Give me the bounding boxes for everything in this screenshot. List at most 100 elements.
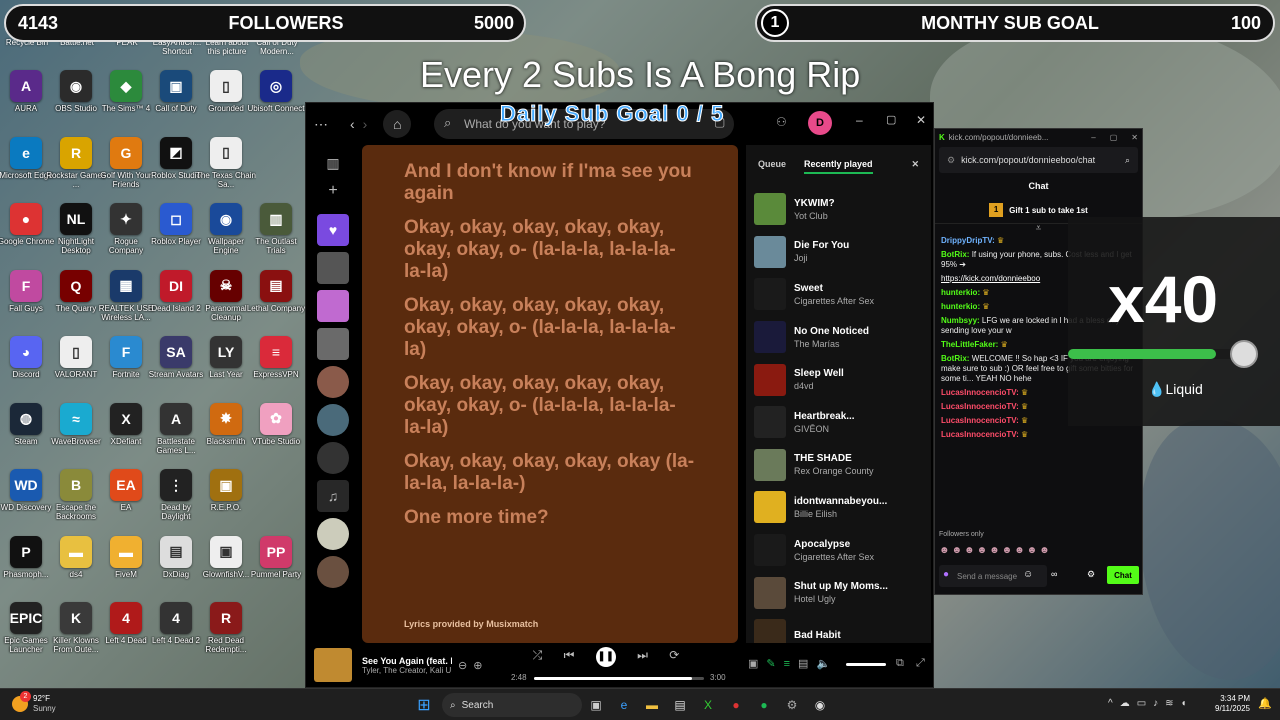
desktop-icon[interactable]: ≡ ExpressVPN bbox=[246, 336, 306, 402]
recent-track[interactable]: Heartbreak... GIVĒON bbox=[746, 401, 931, 444]
pause-button[interactable]: ❚❚ bbox=[595, 647, 616, 667]
desktop-icon[interactable]: PP Pummel Party bbox=[246, 535, 306, 602]
close-queue-icon[interactable]: ✕ bbox=[911, 159, 919, 174]
friends-icon[interactable]: ⚇ bbox=[776, 115, 787, 129]
fullscreen-icon[interactable]: ⤢ bbox=[916, 657, 925, 670]
chat-username[interactable]: Numbsyy: bbox=[941, 316, 980, 325]
remove-icon[interactable]: ⊖ bbox=[458, 659, 467, 672]
close-icon[interactable]: ✕ bbox=[1131, 133, 1138, 142]
lyric-line[interactable]: Okay, okay, okay, okay, okay, okay, okay… bbox=[404, 295, 696, 361]
recent-track[interactable]: idontwannabeyou... Billie Eilish bbox=[746, 486, 931, 529]
url-bar[interactable]: kick.com/popout/donnieeboo/chat bbox=[961, 155, 1095, 165]
desktop-icon[interactable]: ▥ The Outlast Trials bbox=[246, 203, 306, 269]
cloud-icon[interactable]: ☁ bbox=[1120, 698, 1137, 709]
lyric-line[interactable]: Okay, okay, okay, okay, okay (la-la-la, … bbox=[404, 451, 696, 495]
chat-username[interactable]: DrippyDripTV: bbox=[941, 236, 995, 245]
notifications-icon[interactable]: 🔔 bbox=[1258, 697, 1272, 710]
minimize-icon[interactable]: – bbox=[856, 113, 863, 127]
recent-track[interactable]: YKWIM? Yot Club bbox=[746, 188, 931, 231]
clock[interactable]: 3:34 PM 9/11/2025 bbox=[1208, 694, 1250, 714]
chat-message[interactable]: LucasInnocencioTV: ♛ bbox=[935, 428, 1142, 442]
maximize-icon[interactable]: ▢ bbox=[886, 113, 896, 126]
now-playing-cover[interactable] bbox=[314, 648, 352, 682]
gift-sub-banner[interactable]: Gift 1 sub to take 1st bbox=[1009, 206, 1088, 215]
tab-queue[interactable]: Queue bbox=[758, 159, 786, 174]
mini-player-icon[interactable]: ⧉ bbox=[896, 657, 904, 670]
settings-icon[interactable]: ⚙ bbox=[1087, 569, 1095, 580]
add-to-playlist-icon[interactable]: ⊕ bbox=[473, 659, 482, 672]
close-icon[interactable]: ✕ bbox=[916, 113, 926, 127]
recent-track[interactable]: Sweet Cigarettes After Sex bbox=[746, 273, 931, 316]
desktop-icon[interactable]: R Red Dead Redempti... bbox=[196, 602, 256, 668]
library-item[interactable] bbox=[317, 328, 349, 360]
site-info-icon[interactable]: ⚙ bbox=[947, 155, 955, 166]
chat-username[interactable]: LucasInnocencioTV: bbox=[941, 430, 1019, 439]
now-playing-artist[interactable]: Tyler, The Creator, Kali U bbox=[362, 666, 452, 675]
library-item[interactable] bbox=[317, 290, 349, 322]
xbox-icon[interactable]: X bbox=[696, 693, 720, 717]
tab-recently-played[interactable]: Recently played bbox=[804, 159, 873, 174]
back-icon[interactable]: ‹ bbox=[350, 116, 355, 132]
shuffle-icon[interactable]: ⤮ bbox=[533, 648, 543, 662]
library-item[interactable] bbox=[317, 518, 349, 550]
user-avatar[interactable]: D bbox=[808, 111, 832, 135]
music-note-icon[interactable]: ♫ bbox=[317, 480, 349, 512]
recent-track[interactable]: Apocalypse Cigarettes After Sex bbox=[746, 529, 931, 572]
library-item[interactable] bbox=[317, 252, 349, 284]
liked-songs-icon[interactable]: ♥ bbox=[317, 214, 349, 246]
desktop-icon[interactable]: ◎ Ubisoft Connect bbox=[246, 70, 306, 136]
library-item[interactable] bbox=[317, 556, 349, 588]
chat-username[interactable]: hunterkio: bbox=[941, 302, 980, 311]
network-icon[interactable]: ▭ bbox=[1137, 698, 1153, 709]
previous-icon[interactable]: ⏮ bbox=[564, 648, 575, 662]
library-icon[interactable]: ▥ bbox=[314, 155, 352, 172]
lyric-line[interactable]: One more time? bbox=[404, 507, 696, 529]
mic-icon[interactable]: ● bbox=[943, 569, 949, 580]
chat-username[interactable]: TheLittleFaker: bbox=[941, 340, 998, 349]
now-playing-view-icon[interactable]: ▣ bbox=[748, 658, 766, 670]
now-playing-title[interactable]: See You Again (feat. K bbox=[362, 656, 452, 666]
recent-track[interactable]: Die For You Joji bbox=[746, 231, 931, 274]
chat-username[interactable]: BotRix: bbox=[941, 354, 969, 363]
queue-icon[interactable]: ≡ bbox=[784, 658, 798, 670]
chat-username[interactable]: LucasInnocencioTV: bbox=[941, 416, 1019, 425]
volume-slider[interactable] bbox=[846, 663, 886, 666]
mic-icon[interactable]: ♪ bbox=[1153, 698, 1165, 709]
desktop-icon[interactable]: ▤ Lethal Company bbox=[246, 269, 306, 336]
search-icon[interactable]: ⌕ bbox=[1125, 155, 1130, 166]
desktop-icon[interactable]: ✿ VTube Studio bbox=[246, 402, 306, 469]
volume-icon[interactable]: 🔈 bbox=[816, 658, 838, 670]
chat-username[interactable]: BotRix: bbox=[941, 250, 969, 259]
maximize-icon[interactable]: ▢ bbox=[1110, 133, 1118, 142]
settings-icon[interactable]: ⚙ bbox=[780, 693, 804, 717]
minimize-icon[interactable]: – bbox=[1091, 133, 1095, 142]
forward-icon[interactable]: › bbox=[363, 116, 368, 132]
library-item[interactable] bbox=[317, 366, 349, 398]
edge-icon[interactable]: e bbox=[612, 693, 636, 717]
tray-chevron-icon[interactable]: ^ bbox=[1108, 698, 1120, 709]
chrome-icon[interactable]: ● bbox=[724, 693, 748, 717]
lyric-line[interactable]: Okay, okay, okay, okay, okay, okay, okay… bbox=[404, 373, 696, 439]
wifi-icon[interactable]: ≋ bbox=[1165, 698, 1180, 709]
task-view-icon[interactable]: ▣ bbox=[584, 693, 608, 717]
add-icon[interactable]: + bbox=[314, 182, 352, 200]
desktop-icon[interactable]: ▣ R.E.P.O. bbox=[196, 469, 256, 535]
recent-track[interactable]: Bad Habit bbox=[746, 614, 931, 643]
library-item[interactable] bbox=[317, 442, 349, 474]
connect-device-icon[interactable]: ▤ bbox=[798, 658, 816, 670]
speaker-icon[interactable]: ◖ bbox=[1181, 698, 1194, 709]
emoji-icon[interactable]: ☺ bbox=[1023, 569, 1033, 580]
recent-track[interactable]: THE SHADE Rex Orange County bbox=[746, 444, 931, 487]
chat-username[interactable]: LucasInnocencioTV: bbox=[941, 402, 1019, 411]
more-icon[interactable]: ⋯ bbox=[314, 116, 328, 133]
progress-bar[interactable] bbox=[534, 677, 704, 680]
recent-track[interactable]: Sleep Well d4vd bbox=[746, 358, 931, 401]
notepad-icon[interactable]: ▤ bbox=[668, 693, 692, 717]
lyrics-icon[interactable]: ✎ bbox=[766, 658, 783, 670]
repeat-icon[interactable]: ⟳ bbox=[669, 648, 679, 662]
chat-username[interactable]: LucasInnocencioTV: bbox=[941, 388, 1019, 397]
recent-track[interactable]: Shut up My Moms... Hotel Ugly bbox=[746, 571, 931, 614]
chat-username[interactable]: hunterkio: bbox=[941, 288, 980, 297]
file-explorer-icon[interactable]: ▬ bbox=[640, 693, 664, 717]
taskbar-search[interactable]: ⌕ Search bbox=[442, 693, 582, 717]
